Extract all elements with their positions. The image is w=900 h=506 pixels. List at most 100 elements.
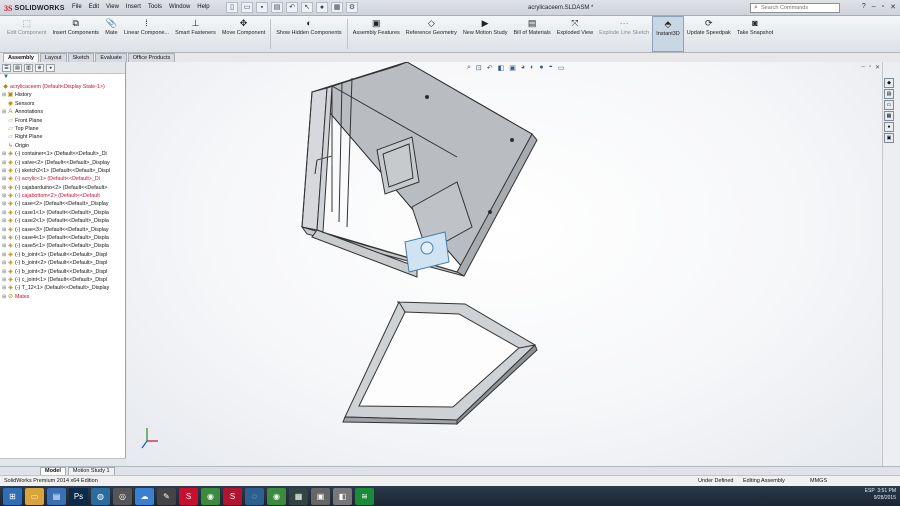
tree-item-origin[interactable]: ↳ Origin <box>2 142 125 150</box>
update-speedpak-button[interactable]: ⟳ Update Speedpak <box>684 16 734 52</box>
cloud-icon[interactable]: ☁ <box>135 487 154 505</box>
tree-item-component[interactable]: ⊞ ◈ (-) b_joint<1> (Default<<Default>_Disp… <box>2 251 125 259</box>
tree-item-component[interactable]: ⊞ ◈ (-) case<2> (Default<<Default>_Display <box>2 200 125 208</box>
virtualbox-icon[interactable]: ▦ <box>289 487 308 505</box>
bill-of-materials-button[interactable]: ▤ Bill of Materials <box>510 16 553 52</box>
file-explorer-taskbar-icon[interactable]: ▭ <box>25 487 44 505</box>
units-selector[interactable]: MMGS <box>810 476 827 486</box>
dimxpert-icon[interactable]: ⊕ <box>35 64 44 72</box>
tab-office-products[interactable]: Office Products <box>127 53 176 62</box>
globe-icon[interactable]: ◌ <box>245 487 264 505</box>
filter-icon[interactable]: ▼ <box>0 74 125 83</box>
solidworks-logo[interactable]: 3S SOLIDWORKS <box>4 2 64 14</box>
store-icon[interactable]: ▤ <box>47 487 66 505</box>
take-snapshot-button[interactable]: ◙ Take Snapshot <box>734 16 776 52</box>
tree-item-component[interactable]: ⊞ ◈ (-) container<1> (Default<<Default>_Di <box>2 150 125 158</box>
start-icon[interactable]: ⊞ <box>3 487 22 505</box>
app-icon[interactable]: ✎ <box>157 487 176 505</box>
assembly-features-button[interactable]: ▣ Assembly Features <box>350 16 403 52</box>
search-input[interactable] <box>761 5 831 11</box>
menu-edit[interactable]: Edit <box>89 4 99 10</box>
app-3-icon[interactable]: ◧ <box>333 487 352 505</box>
tree-item-component[interactable]: ⊞ ◈ (-) case1<1> (Default<<Default>_Displa <box>2 209 125 217</box>
view-palette-icon[interactable]: ▦ <box>884 111 894 121</box>
solidworks-resources-icon[interactable]: ◆ <box>884 78 894 88</box>
chrome-icon[interactable]: ◉ <box>201 487 220 505</box>
design-library-icon[interactable]: ▤ <box>884 89 894 99</box>
tree-item-component[interactable]: ⊞ ◈ (-) T_12<1> (Default<<Default>_Display <box>2 284 125 292</box>
new-document-icon[interactable]: ▯ <box>226 2 238 13</box>
pane-scrollbar[interactable] <box>0 458 126 466</box>
tree-item-annotations[interactable]: ⊞ A Annotations <box>2 108 125 116</box>
mate-button[interactable]: 📎 Mate <box>102 16 121 52</box>
close-icon[interactable]: ✕ <box>890 3 896 11</box>
instant3d-button[interactable]: ⬘ Instant3D <box>652 16 684 52</box>
clock-time[interactable]: 3:51 PM <box>877 488 896 494</box>
browser-icon[interactable]: ◍ <box>91 487 110 505</box>
menu-tools[interactable]: Tools <box>148 4 162 10</box>
tree-item-component[interactable]: ⊞ ◈ (-) case4<1> (Default<<Default>_Displa <box>2 234 125 242</box>
search-box[interactable]: ⌕ <box>750 3 840 13</box>
tree-item-mates[interactable]: ⊞ ⊘ Mates <box>2 293 125 301</box>
select-icon[interactable]: ↖ <box>301 2 313 13</box>
tree-item-component[interactable]: ⊞ ◈ (-) case5<1> (Default<<Default>_Displa <box>2 242 125 250</box>
clock-date[interactable]: 9/28/2015 <box>874 495 896 501</box>
insert-components-button[interactable]: ⧉ Insert Components <box>49 16 101 52</box>
linear-component-pattern-button[interactable]: ⁞ Linear Compone... <box>121 16 172 52</box>
print-icon[interactable]: ▤ <box>271 2 283 13</box>
configuration-manager-icon[interactable]: ▥ <box>24 64 33 72</box>
tree-item-top-plane[interactable]: ▱ Top Plane <box>2 125 125 133</box>
tree-item-sensors[interactable]: ◉ Sensors <box>2 100 125 108</box>
explode-line-sketch-button[interactable]: ⋯ Explode Line Sketch <box>596 16 652 52</box>
move-component-button[interactable]: ✥ Move Component <box>219 16 268 52</box>
spotify-icon[interactable]: ≋ <box>355 487 374 505</box>
menu-help[interactable]: Help <box>197 4 209 10</box>
menu-window[interactable]: Window <box>169 4 190 10</box>
custom-properties-icon[interactable]: ▣ <box>884 133 894 143</box>
tree-item-component[interactable]: ⊞ ◈ (-) valve<2> (Default<<Default>_Displa… <box>2 159 125 167</box>
show-hidden-components-button[interactable]: ◐ Show Hidden Components <box>273 16 344 52</box>
display-manager-icon[interactable]: ◕ <box>46 64 55 72</box>
app-2-icon[interactable]: ▣ <box>311 487 330 505</box>
tab-sketch[interactable]: Sketch <box>67 53 95 62</box>
file-explorer-icon[interactable]: ▭ <box>884 100 894 110</box>
tree-item-component[interactable]: ⊞ ◈ (-) sketch2<1> (Default<<Default>_Disp… <box>2 167 125 175</box>
solidworks-2-taskbar-icon[interactable]: S <box>223 487 242 505</box>
language-indicator[interactable]: ESP <box>865 488 875 494</box>
minimize-icon[interactable]: – <box>872 3 876 11</box>
tree-item-front-plane[interactable]: ▱ Front Plane <box>2 117 125 125</box>
undo-icon[interactable]: ↶ <box>286 2 298 13</box>
tree-item-component-error[interactable]: ⊞ ◈ (-) cajabottom<2> (Default<<Default <box>2 192 125 200</box>
tab-assembly[interactable]: Assembly <box>3 53 39 62</box>
chrome-2-icon[interactable]: ◉ <box>267 487 286 505</box>
tree-item-component-error[interactable]: ⊞ ◈ (-) acrylic<1> (Default<<Default>_Di <box>2 175 125 183</box>
tree-item-component[interactable]: ⊞ ◈ (-) case2<1> (Default<<Default>_Displa <box>2 217 125 225</box>
save-icon[interactable]: ▪ <box>256 2 268 13</box>
restore-icon[interactable]: ▫ <box>882 3 884 11</box>
tree-item-component[interactable]: ⊞ ◈ (-) case<3> (Default<<Default>_Display <box>2 226 125 234</box>
edit-component-button[interactable]: ⬚ Edit Component <box>4 16 49 52</box>
menu-file[interactable]: File <box>72 4 82 10</box>
tree-root-assembly[interactable]: ◆ acrylicaceem (Default<Display State-1>) <box>2 83 125 91</box>
tree-item-component[interactable]: ⊞ ◈ (-) cajabarduino<2> (Default<<Default> <box>2 184 125 192</box>
file-properties-icon[interactable]: ▦ <box>331 2 343 13</box>
tree-item-component[interactable]: ⊞ ◈ (-) b_joint<2> (Default<<Default>_Disp… <box>2 259 125 267</box>
rebuild-icon[interactable]: ● <box>316 2 328 13</box>
options-icon[interactable]: ⚙ <box>346 2 358 13</box>
menu-insert[interactable]: Insert <box>126 4 141 10</box>
graphics-area[interactable]: ⌕ ⊡ ↶ ◧ ▣ ◕ ◐ ● ◓ ▭ – ▫ ✕ <box>127 62 882 466</box>
feature-manager-icon[interactable]: ☰ <box>2 64 11 72</box>
photoshop-icon[interactable]: Ps <box>69 487 88 505</box>
open-icon[interactable]: ▭ <box>241 2 253 13</box>
new-motion-study-button[interactable]: ▶ New Motion Study <box>460 16 511 52</box>
property-manager-icon[interactable]: ▤ <box>13 64 22 72</box>
tab-evaluate[interactable]: Evaluate <box>95 53 127 62</box>
tree-item-component[interactable]: ⊞ ◈ (-) b_joint<3> (Default<<Default>_Disp… <box>2 268 125 276</box>
reference-geometry-button[interactable]: ◇ Reference Geometry <box>403 16 460 52</box>
tab-layout[interactable]: Layout <box>40 53 67 62</box>
tree-item-right-plane[interactable]: ▱ Right Plane <box>2 133 125 141</box>
solidworks-taskbar-icon[interactable]: S <box>179 487 198 505</box>
smart-fasteners-button[interactable]: ⊥ Smart Fasteners <box>172 16 219 52</box>
media-icon[interactable]: ◎ <box>113 487 132 505</box>
exploded-view-button[interactable]: ⤧ Exploded View <box>554 16 596 52</box>
